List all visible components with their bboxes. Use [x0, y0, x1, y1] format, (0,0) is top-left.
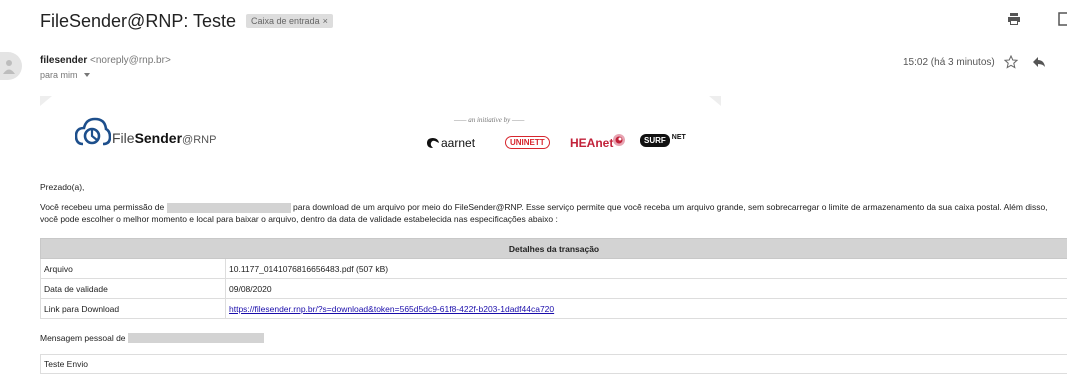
initiative-text: an initiative by: [468, 116, 511, 124]
partner-aarnet: aarnet: [441, 136, 475, 150]
email-timestamp: 15:02 (há 3 minutos): [903, 57, 995, 68]
sender-address: <noreply@rnp.br>: [90, 55, 171, 66]
recipient-details-toggle[interactable]: para mim: [40, 70, 90, 80]
heanet-swirl-icon: [613, 134, 625, 146]
row-key-download-link: Link para Download: [40, 298, 226, 319]
filesender-wordmark-suffix: @RNP: [182, 134, 217, 146]
partner-uninett-text: UNINETT: [510, 138, 545, 147]
print-icon[interactable]: [1007, 12, 1021, 26]
personal-message-text: Teste Envio: [44, 359, 88, 369]
filesender-wordmark-bold: Sender: [134, 130, 183, 146]
inbox-label-text: Caixa de entrada: [251, 16, 320, 26]
partner-heanet-text: HEAnet: [570, 136, 614, 150]
transaction-details-table: Detalhes da transação Arquivo 10.1177_01…: [40, 238, 1067, 319]
partner-uninett: UNINETT: [505, 136, 550, 149]
personal-message-label-text: Mensagem pessoal de: [40, 333, 126, 343]
avatar-icon: [3, 60, 15, 74]
row-key-file: Arquivo: [40, 258, 226, 279]
sender-name[interactable]: filesender: [40, 55, 87, 66]
download-link[interactable]: https://filesender.rnp.br/?s=download&to…: [229, 304, 554, 314]
avatar: [0, 52, 22, 80]
filesender-cloud-logo-icon: [75, 117, 111, 146]
remove-label-button[interactable]: ×: [323, 16, 328, 26]
personal-message-box: Teste Envio: [40, 354, 1067, 374]
row-value-file: 10.1177_0141076816656483.pdf (507 kB): [225, 258, 1067, 279]
partner-surfnet: SURF NET: [640, 134, 686, 147]
partner-heanet: HEAnet: [570, 136, 613, 150]
new-window-icon[interactable]: [1055, 12, 1067, 26]
reply-icon[interactable]: [1032, 56, 1046, 68]
chevron-down-icon[interactable]: [83, 73, 90, 77]
partner-aarnet-text: aarnet: [441, 136, 476, 150]
redacted-sender-name: [166, 202, 291, 213]
partner-surf-text: SURF: [640, 134, 670, 147]
banner-corner-left: [40, 96, 52, 106]
initiative-caption: —— an initiative by ——: [454, 116, 525, 124]
email-subject: FileSender@RNP: Teste: [40, 10, 237, 31]
sender-line: filesender <noreply@rnp.br>: [40, 55, 171, 66]
banner-corner-right: [709, 96, 721, 106]
to-line-text: para mim: [40, 70, 78, 80]
aarnet-logo-icon: [427, 138, 439, 148]
inbox-label-chip[interactable]: Caixa de entrada ×: [246, 14, 333, 28]
filesender-wordmark: FileSender@RNP: [112, 130, 216, 146]
row-value-download-link: https://filesender.rnp.br/?s=download&to…: [225, 298, 1067, 319]
star-icon[interactable]: [1004, 55, 1018, 69]
table-row: Link para Download https://filesender.rn…: [40, 298, 1067, 319]
personal-message-label: Mensagem pessoal de: [40, 333, 264, 343]
intro-part-1: Você recebeu uma permissão de: [40, 202, 165, 212]
filesender-wordmark-plain: File: [112, 130, 135, 146]
intro-paragraph: Você recebeu uma permissão de para downl…: [40, 201, 1065, 225]
greeting: Prezado(a),: [40, 182, 85, 192]
subject-row: FileSender@RNP: Teste Caixa de entrada ×: [40, 8, 333, 34]
redacted-sender-name-2: [127, 333, 264, 343]
transaction-details-header: Detalhes da transação: [40, 238, 1067, 259]
table-row: Data de validade 09/08/2020: [40, 278, 1067, 299]
partner-net-text: NET: [671, 134, 686, 141]
table-row: Arquivo 10.1177_0141076816656483.pdf (50…: [40, 258, 1067, 279]
row-key-expiry: Data de validade: [40, 278, 226, 299]
row-value-expiry: 09/08/2020: [225, 278, 1067, 299]
